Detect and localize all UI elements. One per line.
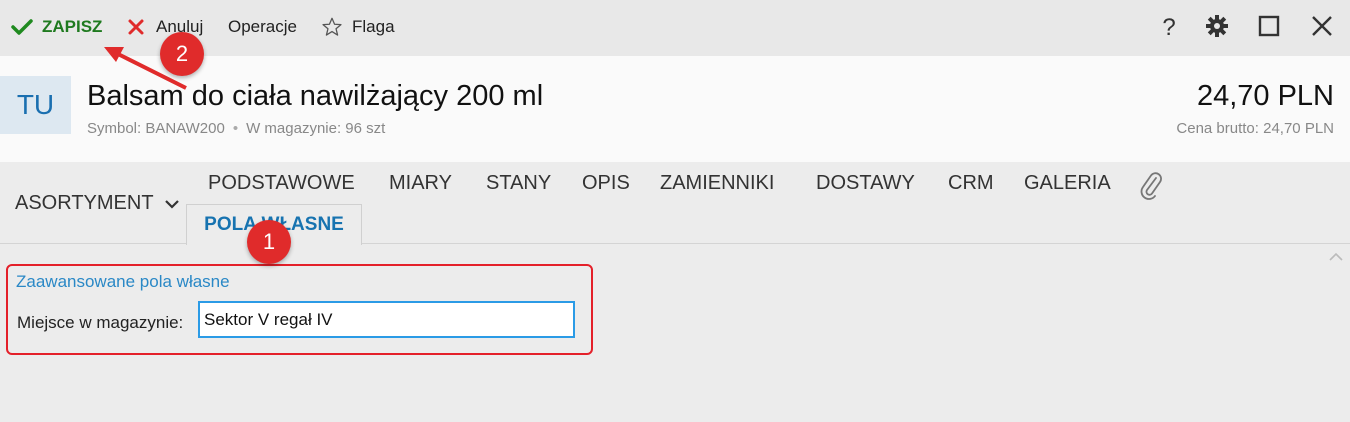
product-window: ZAPISZ Anuluj Operacje Flaga ? TU Balsam… [0, 0, 1350, 422]
help-button[interactable]: ? [1155, 14, 1183, 42]
save-label: ZAPISZ [42, 17, 103, 36]
tab-galeria[interactable]: GALERIA [1024, 172, 1111, 195]
settings-button[interactable] [1203, 14, 1231, 42]
scroll-up-icon[interactable] [1328, 249, 1344, 267]
assortment-dropdown[interactable]: ASORTYMENT [15, 192, 180, 215]
chevron-down-icon [164, 199, 180, 209]
tab-podstawowe[interactable]: PODSTAWOWE [208, 172, 355, 195]
meta-separator: • [232, 120, 239, 137]
star-icon [320, 15, 344, 39]
help-icon: ? [1162, 14, 1176, 41]
window-close-button[interactable] [1308, 14, 1336, 42]
paperclip-icon [1138, 172, 1164, 204]
group-title: Zaawansowane pola własne [16, 272, 230, 291]
warehouse-location-input[interactable] [198, 301, 575, 338]
flag-label: Flaga [352, 17, 395, 36]
gear-icon [1205, 14, 1229, 43]
tab-opis[interactable]: OPIS [582, 172, 630, 195]
product-symbol: Symbol: BANAW200 [87, 120, 225, 137]
field-label: Miejsce w magazynie: [17, 313, 184, 332]
tab-bar: ASORTYMENT PODSTAWOWE MIARY STANY OPIS Z… [0, 162, 1350, 245]
stock-info: W magazynie: 96 szt [246, 120, 386, 137]
price-gross: Cena brutto: 24,70 PLN [1176, 120, 1334, 137]
product-header: TU Balsam do ciała nawilżający 200 ml Sy… [0, 56, 1350, 162]
custom-fields-panel: Zaawansowane pola własne Miejsce w magaz… [0, 245, 1350, 422]
price: 24,70 PLN [1196, 80, 1334, 112]
tab-miary[interactable]: MIARY [389, 172, 452, 195]
check-icon [10, 15, 34, 39]
operations-button[interactable]: Operacje [228, 14, 297, 40]
annotation-badge-2: 2 [160, 32, 204, 76]
tab-crm[interactable]: CRM [948, 172, 994, 195]
window-close-icon [1311, 15, 1333, 42]
tab-stany[interactable]: STANY [486, 172, 551, 195]
flag-button[interactable]: Flaga [320, 14, 395, 40]
tab-zamienniki[interactable]: ZAMIENNIKI [660, 172, 774, 195]
annotation-badge-1: 1 [247, 220, 291, 264]
close-icon [124, 15, 148, 39]
save-button[interactable]: ZAPISZ [10, 14, 102, 40]
tab-dostawy[interactable]: DOSTAWY [816, 172, 915, 195]
avatar: TU [0, 76, 71, 134]
page-title: Balsam do ciała nawilżający 200 ml [87, 80, 544, 112]
product-meta: Symbol: BANAW200 • W magazynie: 96 szt [87, 120, 385, 137]
maximize-button[interactable] [1255, 14, 1283, 42]
operations-label: Operacje [228, 17, 297, 36]
maximize-icon [1258, 15, 1280, 42]
assortment-label: ASORTYMENT [15, 192, 154, 214]
tab-attachments[interactable] [1138, 170, 1164, 205]
